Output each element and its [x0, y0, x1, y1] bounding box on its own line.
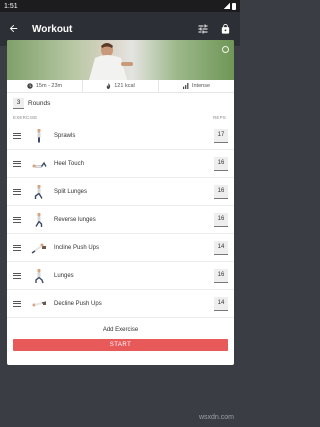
- exercise-name: Lunges: [54, 272, 74, 279]
- workout-card: 15m - 23m 121 kcal Intense 3 Rounds EXER…: [7, 40, 234, 365]
- rounds-label: Rounds: [28, 99, 51, 107]
- status-bar: 1:51: [0, 0, 240, 12]
- exercise-figure-icon: [30, 183, 48, 201]
- drag-handle-icon[interactable]: [13, 244, 21, 251]
- reps-input[interactable]: 16: [214, 156, 228, 171]
- reps-input[interactable]: 17: [214, 128, 228, 143]
- exercise-figure-icon: [30, 295, 48, 313]
- column-reps-label: REPS: [212, 115, 226, 120]
- exercise-figure-icon: [30, 211, 48, 229]
- drag-handle-icon[interactable]: [13, 188, 21, 195]
- clock-icon: [27, 83, 33, 89]
- stat-duration: 15m - 23m: [7, 80, 83, 92]
- tune-icon[interactable]: [196, 22, 210, 36]
- reps-input[interactable]: 16: [214, 212, 228, 227]
- column-exercise-label: EXERCISE: [13, 115, 38, 120]
- arrow-back-icon[interactable]: [8, 23, 24, 36]
- stat-calories-value: 121 kcal: [114, 83, 135, 89]
- exercise-list: Sprawls 17 Heel Touch 16 Split Lunges 16…: [7, 122, 234, 318]
- stat-intensity: Intense: [159, 80, 234, 92]
- stat-duration-value: 15m - 23m: [35, 83, 63, 89]
- column-header: EXERCISE REPS: [7, 113, 234, 122]
- status-time: 1:51: [4, 2, 18, 10]
- exercise-name: Split Lunges: [54, 188, 88, 195]
- workout-hero-image: [7, 40, 234, 80]
- signal-icon: [224, 3, 230, 9]
- status-icons: [224, 2, 236, 10]
- page-title: Workout: [32, 23, 73, 35]
- athlete-image: [89, 43, 133, 80]
- drag-handle-icon[interactable]: [13, 300, 21, 307]
- list-item[interactable]: Lunges 16: [7, 262, 234, 290]
- drag-handle-icon[interactable]: [13, 132, 21, 139]
- stat-intensity-value: Intense: [191, 83, 211, 89]
- exercise-name: Decline Push Ups: [54, 300, 102, 307]
- signal-bars-icon: [182, 83, 189, 89]
- start-button[interactable]: START: [13, 339, 228, 351]
- exercise-figure-icon: [30, 155, 48, 173]
- rounds-input[interactable]: 3: [13, 97, 24, 109]
- exercise-figure-icon: [30, 239, 48, 257]
- drag-handle-icon[interactable]: [13, 160, 21, 167]
- list-item[interactable]: Reverse lunges 16: [7, 206, 234, 234]
- list-item[interactable]: Heel Touch 16: [7, 150, 234, 178]
- exercise-name: Sprawls: [54, 132, 76, 139]
- exercise-figure-icon: [30, 267, 48, 285]
- exercise-figure-icon: [30, 127, 48, 145]
- reps-input[interactable]: 14: [214, 296, 228, 311]
- drag-handle-icon[interactable]: [13, 216, 21, 223]
- flame-icon: [106, 83, 111, 89]
- battery-icon: [232, 2, 236, 10]
- drag-handle-icon[interactable]: [13, 272, 21, 279]
- reps-input[interactable]: 16: [214, 268, 228, 283]
- list-item[interactable]: Incline Push Ups 14: [7, 234, 234, 262]
- info-icon[interactable]: [222, 46, 229, 53]
- lock-icon[interactable]: [218, 22, 232, 36]
- list-item[interactable]: Split Lunges 16: [7, 178, 234, 206]
- add-exercise-button[interactable]: Add Exercise: [7, 322, 234, 338]
- workout-stats: 15m - 23m 121 kcal Intense: [7, 80, 234, 93]
- exercise-name: Heel Touch: [54, 160, 84, 167]
- list-item[interactable]: Decline Push Ups 14: [7, 290, 234, 318]
- stat-calories: 121 kcal: [83, 80, 159, 92]
- list-item[interactable]: Sprawls 17: [7, 122, 234, 150]
- watermark: wsxdn.com: [198, 414, 234, 421]
- exercise-name: Reverse lunges: [54, 216, 96, 223]
- reps-input[interactable]: 14: [214, 240, 228, 255]
- reps-input[interactable]: 16: [214, 184, 228, 199]
- exercise-name: Incline Push Ups: [54, 244, 100, 251]
- rounds-row: 3 Rounds: [7, 93, 234, 113]
